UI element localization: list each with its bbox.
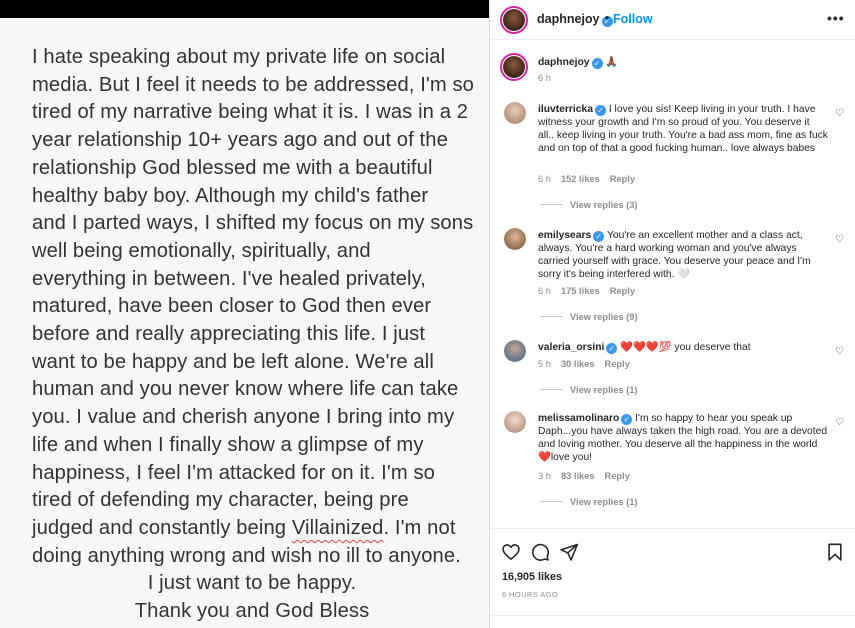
view-replies-button[interactable]: View replies (1) <box>540 385 638 395</box>
statement-line: life and when I finally show a glimpse o… <box>32 433 424 456</box>
post-statement-text: I hate speaking about my private life on… <box>32 44 475 626</box>
avatar[interactable] <box>500 6 528 34</box>
comment-likes[interactable]: 175 likes <box>561 286 600 296</box>
comment-username[interactable]: valeria_orsini <box>538 342 604 353</box>
heart-icon[interactable]: ♡ <box>835 417 844 428</box>
reply-button[interactable]: Reply <box>605 359 630 369</box>
statement-line: want to be happy and be left alone. We'r… <box>32 350 434 373</box>
statement-line: I hate speaking about my private life on… <box>32 46 446 68</box>
statement-line: you. I value and cherish anyone I bring … <box>32 406 455 429</box>
likes-count[interactable]: 16,905 likes <box>502 571 562 583</box>
header-username[interactable]: daphnejoy ✓ <box>537 12 613 27</box>
statement-line: human and you never know where life can … <box>32 378 459 401</box>
heart-icon[interactable]: ♡ <box>835 108 844 119</box>
statement-text: judged and constantly being <box>32 516 292 539</box>
statement-line: everything in between. I've healed priva… <box>32 267 427 290</box>
divider <box>490 615 855 616</box>
comment-username[interactable]: emilysears <box>538 230 591 241</box>
heart-icon[interactable]: ♡ <box>835 234 844 245</box>
comment-meta: 3 h 83 likes Reply <box>538 471 630 481</box>
statement-line: tired of my narrative being what it is. … <box>32 101 469 124</box>
statement-line: well being emotionally, spiritually, and <box>32 239 371 262</box>
verified-icon: ✓ <box>621 414 633 425</box>
more-icon[interactable]: ••• <box>827 10 845 26</box>
statement-closing: Thank you and God Bless <box>134 600 370 623</box>
statement-line: healthy baby boy. Although my child's fa… <box>32 184 429 207</box>
post-timestamp[interactable]: 6 HOURS AGO <box>502 590 558 599</box>
caption-time: 6 h <box>538 73 551 83</box>
bookmark-icon[interactable] <box>825 542 845 562</box>
statement-line: tired of defending my character, being p… <box>32 489 409 512</box>
comment-likes[interactable]: 152 likes <box>561 174 600 184</box>
comment-text: emilysears ✓ You're an excellent mother a… <box>538 230 811 280</box>
comment-meta: 6 h 152 likes Reply <box>538 174 636 184</box>
share-icon[interactable] <box>559 542 579 562</box>
statement-line: happiness, I feel I'm attacked for on it… <box>32 461 435 484</box>
view-replies-button[interactable]: View replies (9) <box>540 312 638 322</box>
reply-button[interactable]: Reply <box>610 174 635 184</box>
image-top-bar <box>0 0 489 18</box>
comment-meta: 6 h 175 likes Reply <box>538 286 636 296</box>
follow-button[interactable]: Follow <box>613 12 653 26</box>
heart-icon[interactable]: ♡ <box>835 346 844 357</box>
verified-icon: ✓ <box>591 58 603 69</box>
avatar[interactable] <box>504 411 526 433</box>
post-side-panel: daphnejoy ✓ • Follow ••• daphnejoy ✓ 🙏🏾 6 … <box>490 0 855 628</box>
comment-meta: 5 h 30 likes Reply <box>538 359 630 369</box>
avatar[interactable] <box>504 228 526 250</box>
verified-icon: ✓ <box>606 343 618 354</box>
heart-icon[interactable] <box>501 542 521 562</box>
post-image: I hate speaking about my private life on… <box>0 0 490 628</box>
statement-closing: I just want to be happy. <box>147 572 357 595</box>
statement-line: year relationship 10+ years ago and out … <box>32 129 448 152</box>
misspelled-word: Villainized <box>291 516 384 539</box>
comment-text: valeria_orsini ✓ ❤️❤️❤️💯 you deserve that <box>538 342 751 354</box>
comments-list[interactable]: daphnejoy ✓ 🙏🏾 6 h iluvterricka ✓ I love y… <box>490 41 855 527</box>
verified-icon: ✓ <box>594 105 606 116</box>
statement-line: and I parted ways, I shifted my focus on… <box>32 212 474 235</box>
comment-username[interactable]: melissamolinaro <box>538 413 619 424</box>
statement-line: before and really appreciating this life… <box>32 323 426 346</box>
action-bar: 16,905 likes 6 HOURS AGO <box>490 528 855 628</box>
caption-username[interactable]: daphnejoy <box>538 57 590 68</box>
statement-text: . I'm not <box>383 516 456 539</box>
statement-line: judged and constantly being Villainized.… <box>32 515 472 543</box>
statement-line: media. But I feel it needs to be address… <box>32 73 475 96</box>
statement-line: doing anything wrong and wish no ill to … <box>32 544 461 567</box>
view-replies-button[interactable]: View replies (1) <box>540 497 638 507</box>
caption-text: daphnejoy ✓ 🙏🏾 <box>538 56 828 69</box>
comment-icon[interactable] <box>530 542 550 562</box>
comment-username[interactable]: iluvterricka <box>538 104 593 115</box>
separator-dot: • <box>605 11 610 25</box>
comment-text: melissamolinaro ✓ I'm so happy to hear yo… <box>538 413 828 463</box>
view-replies-button[interactable]: View replies (3) <box>540 200 638 210</box>
reply-button[interactable]: Reply <box>610 286 635 296</box>
verified-icon: ✓ <box>593 231 605 242</box>
avatar[interactable] <box>504 340 526 362</box>
reply-button[interactable]: Reply <box>605 471 630 481</box>
caption-emoji: 🙏🏾 <box>605 57 619 68</box>
avatar[interactable] <box>504 102 526 124</box>
comment-likes[interactable]: 83 likes <box>561 471 595 481</box>
comment-text: iluvterricka ✓ I love you sis! Keep livin… <box>538 104 828 154</box>
comment-likes[interactable]: 30 likes <box>561 359 595 369</box>
statement-line: relationship God blessed me with a beaut… <box>32 156 433 179</box>
post-header: daphnejoy ✓ • Follow ••• <box>490 0 855 40</box>
statement-line: matured, have been closer to God then ev… <box>32 295 432 318</box>
avatar[interactable] <box>500 53 528 81</box>
